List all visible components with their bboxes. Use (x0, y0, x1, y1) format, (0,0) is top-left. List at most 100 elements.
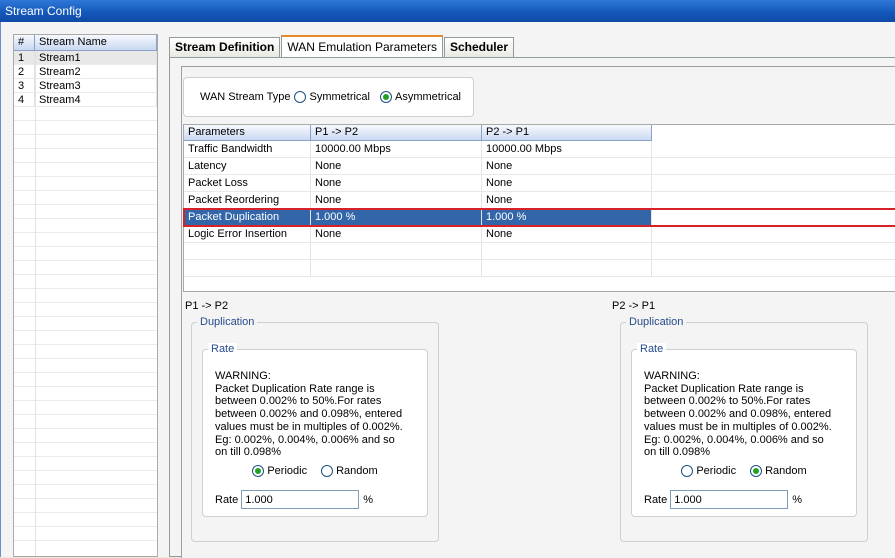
column-header-p2-p1[interactable]: P2 -> P1 (482, 125, 652, 141)
stream-index: 3 (14, 79, 35, 92)
empty-cell (652, 141, 895, 157)
warning-line: between 0.002% to 50%.For rates (644, 395, 811, 408)
table-row-empty (184, 243, 895, 260)
column-header-parameters[interactable]: Parameters (184, 125, 311, 141)
param-value-p1-p2: 1.000 % (311, 209, 482, 225)
periodic-label: Periodic (696, 465, 737, 477)
empty-cell (652, 209, 895, 225)
wan-emulation-panel: WAN Stream Type Symmetrical Asymmetrical… (169, 57, 895, 558)
random-label: Random (765, 465, 807, 477)
warning-line: on till 0.098% (215, 446, 282, 459)
rate-input-p2-p1[interactable] (670, 490, 789, 509)
tab-bar: Stream Definition WAN Emulation Paramete… (169, 35, 515, 58)
wan-stream-type-label: WAN Stream Type (200, 91, 291, 103)
empty-cell (184, 243, 311, 259)
duplication-warning-text: WARNING: Packet Duplication Rate range i… (215, 370, 420, 459)
table-row-latency[interactable]: Latency None None (184, 158, 895, 175)
tab-scheduler[interactable]: Scheduler (443, 37, 514, 57)
warning-line: WARNING: (644, 370, 700, 382)
duplication-legend: Duplication (197, 316, 258, 328)
warning-line: Packet Duplication Rate range is (215, 382, 375, 395)
param-name: Logic Error Insertion (184, 226, 311, 242)
column-header-p1-p2[interactable]: P1 -> P2 (311, 125, 482, 141)
tab-wan-emulation-parameters[interactable]: WAN Emulation Parameters (281, 35, 443, 58)
stream-index: 4 (14, 93, 35, 106)
rate-group-p2-p1: Rate WARNING: Packet Duplication Rate ra… (631, 343, 857, 517)
rate-unit: % (363, 493, 374, 506)
warning-line: between 0.002% and 0.098%, entered (644, 408, 832, 421)
rate-unit: % (792, 493, 803, 506)
rate-label: Rate (215, 493, 239, 506)
warning-line: Eg: 0.002%, 0.004%, 0.006% and so (644, 433, 824, 446)
wan-stream-type-group: WAN Stream Type Symmetrical Asymmetrical (183, 77, 474, 117)
table-row-empty (184, 260, 895, 277)
empty-cell (482, 243, 652, 259)
direction-label-p1-p2: P1 -> P2 (185, 300, 229, 312)
random-option[interactable]: Random (321, 465, 378, 477)
param-value-p2-p1: None (482, 192, 652, 208)
rate-legend: Rate (637, 343, 667, 355)
asymmetrical-radio[interactable] (380, 91, 392, 103)
random-radio[interactable] (321, 465, 334, 477)
symmetrical-radio[interactable] (294, 91, 307, 103)
stream-list: # Stream Name 1 Stream1 2 Stream2 3 Stre… (13, 34, 158, 557)
table-row-logic-error-insertion[interactable]: Logic Error Insertion None None (184, 226, 895, 243)
periodic-option[interactable]: Periodic (252, 465, 307, 477)
parameters-table-header: Parameters P1 -> P2 P2 -> P1 (184, 125, 895, 141)
window-title-bar: Stream Config (0, 0, 895, 22)
duplication-mode-group: Periodic Random (203, 465, 427, 477)
param-value-p1-p2: 10000.00 Mbps (311, 141, 482, 157)
rate-input-p1-p2[interactable] (241, 490, 360, 509)
param-value-p2-p1: None (482, 175, 652, 191)
param-value-p1-p2: None (311, 192, 482, 208)
column-header-stream-name[interactable]: Stream Name (35, 35, 157, 50)
table-row-traffic-bandwidth[interactable]: Traffic Bandwidth 10000.00 Mbps 10000.00… (184, 141, 895, 158)
rate-row: Rate % (644, 490, 802, 509)
warning-line: WARNING: (215, 370, 271, 382)
stream-name: Stream4 (35, 93, 157, 106)
stream-index: 1 (14, 51, 35, 64)
asymmetrical-option[interactable]: Asymmetrical (380, 91, 461, 103)
param-value-p2-p1: 1.000 % (482, 209, 652, 225)
param-name: Packet Loss (184, 175, 311, 191)
warning-line: values must be in multiples of 0.002%. (644, 420, 832, 433)
param-value-p2-p1: None (482, 158, 652, 174)
random-option[interactable]: Random (750, 465, 807, 477)
random-label: Random (336, 465, 378, 477)
tab-stream-definition[interactable]: Stream Definition (169, 37, 281, 57)
periodic-radio[interactable] (681, 465, 694, 477)
empty-cell (652, 175, 895, 191)
stream-index: 2 (14, 65, 35, 78)
direction-label-p2-p1: P2 -> P1 (612, 300, 656, 312)
empty-cell (652, 243, 895, 259)
periodic-option[interactable]: Periodic (681, 465, 736, 477)
duplication-group-p2-p1: Duplication Rate WARNING: Packet Duplica… (620, 316, 868, 542)
param-name: Packet Reordering (184, 192, 311, 208)
table-row-packet-duplication[interactable]: Packet Duplication 1.000 % 1.000 % (183, 208, 895, 227)
periodic-radio[interactable] (252, 465, 265, 477)
column-divider (35, 51, 36, 556)
table-row-packet-loss[interactable]: Packet Loss None None (184, 175, 895, 192)
empty-cell (652, 192, 895, 208)
table-row-packet-reordering[interactable]: Packet Reordering None None (184, 192, 895, 209)
random-radio[interactable] (750, 465, 763, 477)
duplication-legend: Duplication (626, 316, 687, 328)
column-header-index[interactable]: # (14, 35, 35, 50)
param-value-p1-p2: None (311, 158, 482, 174)
stream-name: Stream3 (35, 79, 157, 92)
empty-cell (311, 260, 482, 276)
empty-cell (184, 260, 311, 276)
column-header-empty (652, 125, 895, 141)
asymmetrical-label: Asymmetrical (395, 91, 462, 103)
symmetrical-option[interactable]: Symmetrical (294, 91, 370, 103)
warning-line: between 0.002% to 50%.For rates (215, 395, 382, 408)
periodic-label: Periodic (267, 465, 308, 477)
empty-cell (652, 158, 895, 174)
symmetrical-label: Symmetrical (309, 91, 370, 103)
empty-cell (311, 243, 482, 259)
rate-legend: Rate (208, 343, 238, 355)
param-name: Latency (184, 158, 311, 174)
stream-name: Stream2 (35, 65, 157, 78)
warning-line: Eg: 0.002%, 0.004%, 0.006% and so (215, 433, 395, 446)
duplication-warning-text: WARNING: Packet Duplication Rate range i… (644, 370, 849, 459)
